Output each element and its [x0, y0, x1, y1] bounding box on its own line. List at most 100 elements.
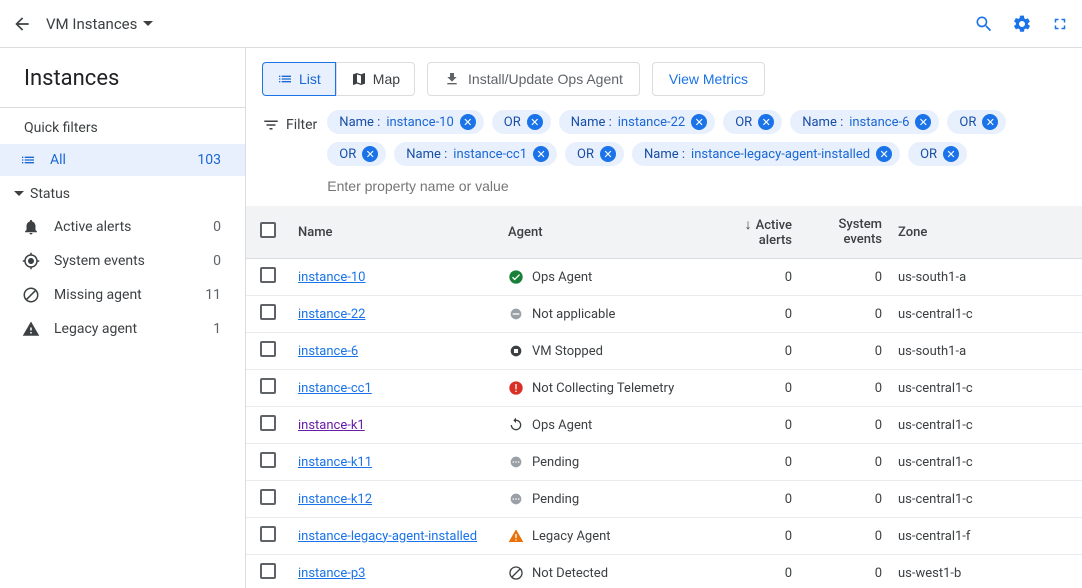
filter-chip[interactable]: Name : instance-10✕ — [327, 110, 483, 134]
agent-status-text: Not Collecting Telemetry — [532, 381, 674, 396]
status-item-bell[interactable]: Active alerts0 — [0, 210, 245, 244]
chip-remove-icon[interactable]: ✕ — [362, 146, 378, 162]
status-header[interactable]: Status — [0, 176, 245, 210]
instance-link[interactable]: instance-k11 — [298, 455, 372, 470]
row-checkbox[interactable] — [260, 563, 276, 579]
view-metrics-button[interactable]: View Metrics — [652, 62, 765, 96]
chevron-down-icon — [143, 19, 153, 29]
col-zone[interactable]: Zone — [890, 206, 1082, 259]
filter-all-count: 103 — [197, 152, 221, 168]
filter-chip-or[interactable]: OR✕ — [327, 142, 386, 166]
row-checkbox[interactable] — [260, 378, 276, 394]
gear-icon[interactable] — [1012, 14, 1032, 34]
filter-chip-or[interactable]: OR✕ — [947, 110, 1006, 134]
select-all-checkbox[interactable] — [260, 222, 276, 238]
chip-remove-icon[interactable]: ✕ — [876, 146, 892, 162]
sort-down-icon: ↓ — [745, 217, 752, 233]
filter-chip-or[interactable]: OR✕ — [565, 142, 624, 166]
filter-icon — [262, 116, 280, 134]
filter-chip[interactable]: Name : instance-legacy-agent-installed✕ — [632, 142, 900, 166]
row-checkbox[interactable] — [260, 304, 276, 320]
filter-chip[interactable]: Name : instance-cc1✕ — [394, 142, 557, 166]
col-name[interactable]: Name — [290, 206, 500, 259]
status-item-label: Legacy agent — [54, 321, 199, 337]
list-view-button[interactable]: List — [262, 62, 336, 96]
instance-link[interactable]: instance-22 — [298, 307, 365, 322]
agent-status-text: Ops Agent — [532, 418, 592, 433]
search-icon[interactable] — [974, 14, 994, 34]
instance-link[interactable]: instance-k12 — [298, 492, 372, 507]
page-title: Instances — [0, 48, 245, 108]
chip-remove-icon[interactable]: ✕ — [600, 146, 616, 162]
row-checkbox[interactable] — [260, 341, 276, 357]
filter-all-label: All — [50, 152, 197, 168]
agent-status-text: Not applicable — [532, 307, 615, 322]
bell-icon — [22, 218, 40, 236]
status-item-missing[interactable]: Missing agent11 — [0, 278, 245, 312]
quick-filters-label: Quick filters — [0, 108, 245, 144]
missing-icon — [22, 286, 40, 304]
instance-link[interactable]: instance-10 — [298, 270, 365, 285]
active-alerts-value: 0 — [720, 555, 800, 588]
chip-remove-icon[interactable]: ✕ — [915, 114, 931, 130]
filter-chip[interactable]: Name : instance-22✕ — [559, 110, 715, 134]
table-row: instance-legacy-agent-installed Legacy Ag… — [246, 518, 1082, 555]
filter-input[interactable] — [327, 174, 627, 198]
chip-remove-icon[interactable]: ✕ — [527, 114, 543, 130]
list-icon — [277, 71, 293, 87]
agent-status-icon — [508, 528, 524, 544]
status-item-legacy[interactable]: Legacy agent 1 — [0, 312, 245, 346]
instance-link[interactable]: instance-legacy-agent-installed — [298, 529, 477, 544]
col-alerts[interactable]: ↓Active alerts — [720, 206, 800, 259]
filter-all[interactable]: All 103 — [0, 144, 245, 176]
filter-label[interactable]: Filter — [262, 110, 317, 134]
status-item-system[interactable]: System events 0 — [0, 244, 245, 278]
agent-status-icon — [508, 343, 524, 359]
active-alerts-value: 0 — [720, 296, 800, 333]
instance-link[interactable]: instance-6 — [298, 344, 358, 359]
table-row: instance-cc1Not Collecting Telemetry00us… — [246, 370, 1082, 407]
agent-status-text: Pending — [532, 492, 579, 507]
status-item-count: 0 — [213, 253, 221, 269]
fullscreen-icon[interactable] — [1050, 14, 1070, 34]
row-checkbox[interactable] — [260, 526, 276, 542]
chip-remove-icon[interactable]: ✕ — [758, 114, 774, 130]
status-item-label: System events — [54, 253, 199, 269]
zone-value: us-central1-c — [890, 370, 1082, 407]
filter-chip-or[interactable]: OR✕ — [723, 110, 782, 134]
zone-value: us-central1-c — [890, 296, 1082, 333]
system-events-value: 0 — [800, 444, 890, 481]
chip-remove-icon[interactable]: ✕ — [533, 146, 549, 162]
row-checkbox[interactable] — [260, 267, 276, 283]
status-item-label: Active alerts — [54, 219, 199, 235]
row-checkbox[interactable] — [260, 415, 276, 431]
chip-remove-icon[interactable]: ✕ — [460, 114, 476, 130]
instance-link[interactable]: instance-k1 — [298, 418, 365, 433]
col-events[interactable]: System events — [800, 206, 890, 259]
filter-chip-or[interactable]: OR✕ — [492, 110, 551, 134]
row-checkbox[interactable] — [260, 489, 276, 505]
chip-remove-icon[interactable]: ✕ — [691, 114, 707, 130]
col-agent[interactable]: Agent — [500, 206, 720, 259]
active-alerts-value: 0 — [720, 333, 800, 370]
chip-remove-icon[interactable]: ✕ — [982, 114, 998, 130]
install-ops-agent-button[interactable]: Install/Update Ops Agent — [427, 62, 640, 96]
instance-link[interactable]: instance-cc1 — [298, 381, 372, 396]
back-button[interactable] — [12, 14, 32, 34]
agent-status-icon — [508, 417, 524, 433]
table-row: instance-p3Not Detected00us-west1-b — [246, 555, 1082, 588]
status-item-count: 1 — [213, 321, 221, 337]
system-events-value: 0 — [800, 370, 890, 407]
filter-chip[interactable]: Name : instance-6✕ — [790, 110, 939, 134]
status-label: Status — [30, 186, 70, 202]
filter-chip-or[interactable]: OR✕ — [908, 142, 967, 166]
breadcrumb-dropdown[interactable]: VM Instances — [46, 15, 153, 33]
active-alerts-value: 0 — [720, 444, 800, 481]
map-view-button[interactable]: Map — [336, 62, 415, 96]
agent-status-icon — [508, 454, 524, 470]
agent-status-text: Legacy Agent — [532, 529, 611, 544]
instance-link[interactable]: instance-p3 — [298, 566, 365, 581]
row-checkbox[interactable] — [260, 452, 276, 468]
legacy-icon — [22, 320, 40, 338]
chip-remove-icon[interactable]: ✕ — [943, 146, 959, 162]
